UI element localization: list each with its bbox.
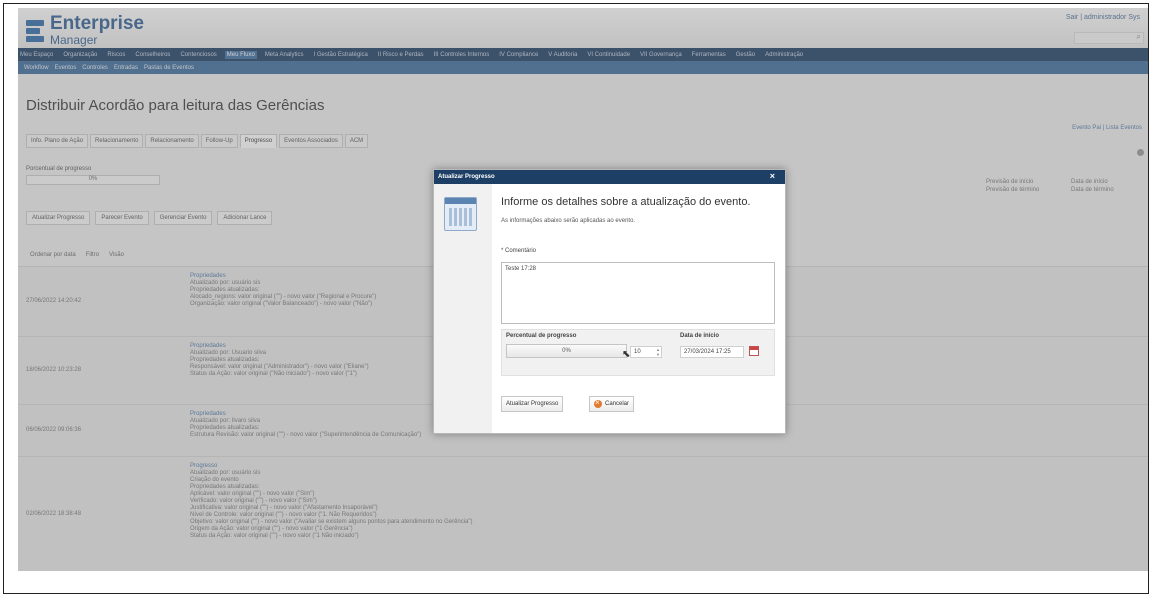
calendar-icon[interactable] bbox=[749, 346, 759, 356]
update-progress-button[interactable]: Atualizar Progresso bbox=[501, 396, 564, 412]
update-progress-dialog: Atualizar Progresso × Informe os detalhe… bbox=[433, 169, 786, 434]
enterprise-manager-app: Enterprise Manager Sair | administrador … bbox=[18, 8, 1148, 571]
dialog-titlebar: Atualizar Progresso × bbox=[434, 170, 785, 184]
cancel-button[interactable]: Cancelar bbox=[589, 396, 635, 412]
dialog-content: Informe os detalhes sobre a atualização … bbox=[501, 184, 777, 434]
cancel-icon bbox=[594, 398, 602, 408]
update-progress-button-label: Atualizar Progresso bbox=[506, 401, 559, 407]
progress-value: 0% bbox=[562, 348, 571, 354]
progress-fields: Percentual de progresso Data de início 0… bbox=[501, 329, 775, 376]
progress-label: Percentual de progresso bbox=[506, 333, 577, 339]
comment-label: * Comentário bbox=[501, 248, 537, 254]
dialog-title: Atualizar Progresso bbox=[438, 174, 495, 180]
dialog-subheading: As informações abaixo serão aplicadas ao… bbox=[501, 218, 636, 224]
dialog-heading: Informe os detalhes sobre a atualização … bbox=[501, 196, 751, 208]
progress-stepper[interactable]: 10 ▲ ▼ bbox=[630, 346, 662, 358]
stepper-value: 10 bbox=[634, 349, 641, 355]
cancel-button-label: Cancelar bbox=[605, 401, 630, 407]
stepper-arrows-icon[interactable]: ▲ ▼ bbox=[656, 347, 660, 357]
start-date-input[interactable]: 27/03/2024 17:25 bbox=[680, 346, 744, 358]
close-icon[interactable]: × bbox=[770, 171, 775, 181]
start-date-field-label: Data de início bbox=[680, 333, 720, 339]
dialog-sidebar bbox=[434, 184, 492, 433]
comment-textarea[interactable]: Teste 17:28 bbox=[501, 262, 775, 324]
screenshot-frame: Enterprise Manager Sair | administrador … bbox=[3, 3, 1149, 594]
progress-slider[interactable]: 0% bbox=[506, 344, 627, 358]
calendar-window-icon bbox=[444, 197, 477, 231]
